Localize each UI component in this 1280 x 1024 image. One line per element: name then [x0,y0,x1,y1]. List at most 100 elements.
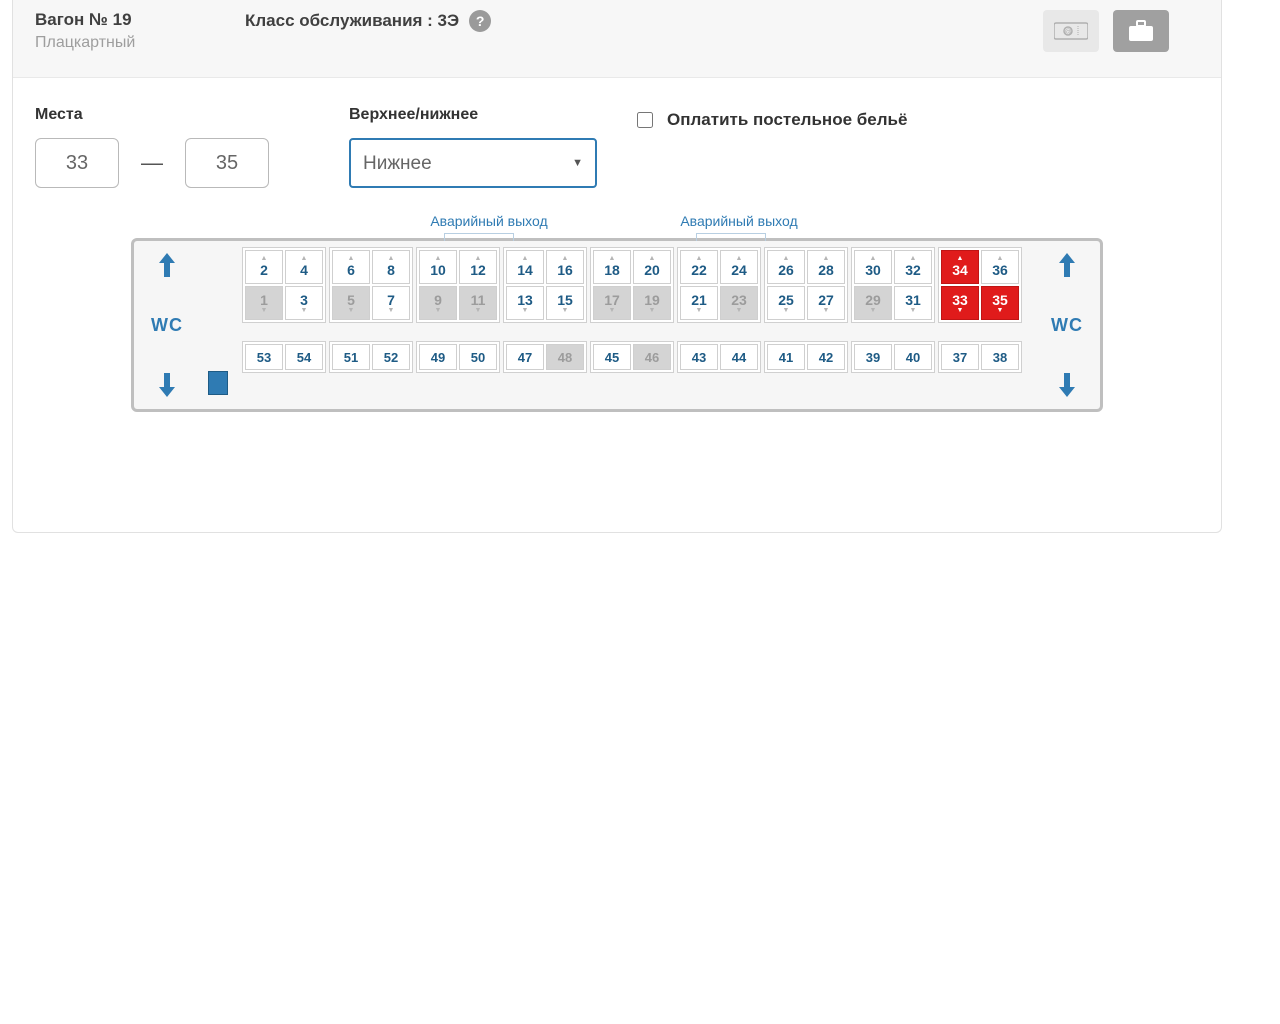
seat-6[interactable]: ▲6 [332,250,370,284]
seat-32[interactable]: ▲32 [894,250,932,284]
seat-22[interactable]: ▲22 [680,250,718,284]
seat-39[interactable]: 39 [854,344,892,370]
seat-25[interactable]: 25▼ [767,286,805,320]
seat-9[interactable]: 9▼ [419,286,457,320]
side-compartment: 4344 [677,341,761,373]
seat-2[interactable]: ▲2 [245,250,283,284]
side-compartment: 3738 [938,341,1022,373]
wagon-layout: Аварийный выход Аварийный выход WC ▲21▼▲… [131,238,1103,412]
seat-20[interactable]: ▲20 [633,250,671,284]
arrow-down-icon [1058,371,1076,399]
seat-30[interactable]: ▲30 [854,250,892,284]
side-compartment: 5354 [242,341,326,373]
seat-14[interactable]: ▲14 [506,250,544,284]
seat-34[interactable]: ▲34 [941,250,979,284]
seat-47[interactable]: 47 [506,344,544,370]
compartment: ▲2221▼▲2423▼ [677,247,761,323]
seat-41[interactable]: 41 [767,344,805,370]
compartment: ▲1817▼▲2019▼ [590,247,674,323]
seat-3[interactable]: 3▼ [285,286,323,320]
seat-54[interactable]: 54 [285,344,323,370]
wc-right: WC [1051,293,1083,358]
seat-7[interactable]: 7▼ [372,286,410,320]
seat-52[interactable]: 52 [372,344,410,370]
seat-43[interactable]: 43 [680,344,718,370]
seat-40[interactable]: 40 [894,344,932,370]
seats-column: Места — [35,106,269,188]
seat-27[interactable]: 27▼ [807,286,845,320]
seat-51[interactable]: 51 [332,344,370,370]
wagon-info: Вагон № 19 Плацкартный [35,10,245,52]
seat-from-input[interactable] [35,138,119,188]
seat-48[interactable]: 48 [546,344,584,370]
seat-45[interactable]: 45 [593,344,631,370]
side-seats-row: 535451524950474845464344414239403738 [240,337,1038,375]
seat-53[interactable]: 53 [245,344,283,370]
seat-37[interactable]: 37 [941,344,979,370]
form-row: Места — Верхнее/нижнее Нижнее Оплатить п… [13,78,1221,198]
seat-11[interactable]: 11▼ [459,286,497,320]
seat-16[interactable]: ▲16 [546,250,584,284]
service-class: Класс обслуживания : 3Э ? [245,10,491,32]
linen-column: Оплатить постельное бельё [637,106,907,188]
wagon-title: Вагон № 19 [35,10,245,30]
seat-28[interactable]: ▲28 [807,250,845,284]
seat-44[interactable]: 44 [720,344,758,370]
wagon-header: Вагон № 19 Плацкартный Класс обслуживани… [13,0,1221,78]
compartment: ▲2625▼▲2827▼ [764,247,848,323]
seat-10[interactable]: ▲10 [419,250,457,284]
exit-bracket-2 [696,233,766,241]
compartments-row: ▲21▼▲43▼▲65▼▲87▼▲109▼▲1211▼▲1413▼▲1615▼▲… [240,245,1038,323]
seat-19[interactable]: 19▼ [633,286,671,320]
seat-13[interactable]: 13▼ [506,286,544,320]
seat-31[interactable]: 31▼ [894,286,932,320]
seat-21[interactable]: 21▼ [680,286,718,320]
exit-bracket-1 [444,233,514,241]
seat-36[interactable]: ▲36 [981,250,1019,284]
help-icon[interactable]: ? [469,10,491,32]
seat-15[interactable]: 15▼ [546,286,584,320]
seat-4[interactable]: ▲4 [285,250,323,284]
seat-46[interactable]: 46 [633,344,671,370]
linen-checkbox[interactable] [637,112,653,128]
seat-23[interactable]: 23▼ [720,286,758,320]
side-compartment: 4142 [764,341,848,373]
seat-42[interactable]: 42 [807,344,845,370]
seat-5[interactable]: 5▼ [332,286,370,320]
seat-17[interactable]: 17▼ [593,286,631,320]
wagon-type: Плацкартный [35,34,245,52]
svg-text:@: @ [1064,29,1071,36]
seat-24[interactable]: ▲24 [720,250,758,284]
seat-18[interactable]: ▲18 [593,250,631,284]
seat-12[interactable]: ▲12 [459,250,497,284]
arrow-up-icon [158,251,176,279]
range-dash: — [141,150,163,176]
seat-8[interactable]: ▲8 [372,250,410,284]
seat-1[interactable]: 1▼ [245,286,283,320]
seat-26[interactable]: ▲26 [767,250,805,284]
arrow-up-icon [1058,251,1076,279]
wagon-map-area: Аварийный выход Аварийный выход WC ▲21▼▲… [13,198,1221,412]
seat-35[interactable]: 35▼ [981,286,1019,320]
level-column: Верхнее/нижнее Нижнее [349,106,597,188]
seat-33[interactable]: 33▼ [941,286,979,320]
side-compartment: 3940 [851,341,935,373]
compartment: ▲21▼▲43▼ [242,247,326,323]
seat-38[interactable]: 38 [981,344,1019,370]
eticket-icon: @ [1043,10,1099,52]
seat-49[interactable]: 49 [419,344,457,370]
level-select[interactable]: Нижнее [349,138,597,188]
linen-label: Оплатить постельное бельё [667,110,907,130]
cooler-icon [208,371,228,395]
luggage-icon [1113,10,1169,52]
seat-to-input[interactable] [185,138,269,188]
seat-50[interactable]: 50 [459,344,497,370]
wc-left: WC [151,293,183,358]
compartment: ▲109▼▲1211▼ [416,247,500,323]
wagon-panel: Вагон № 19 Плацкартный Класс обслуживани… [12,0,1222,533]
right-endzone: WC [1038,245,1096,405]
seat-29[interactable]: 29▼ [854,286,892,320]
compartment: ▲65▼▲87▼ [329,247,413,323]
exit-label-2: Аварийный выход [674,213,804,229]
side-compartment: 4748 [503,341,587,373]
